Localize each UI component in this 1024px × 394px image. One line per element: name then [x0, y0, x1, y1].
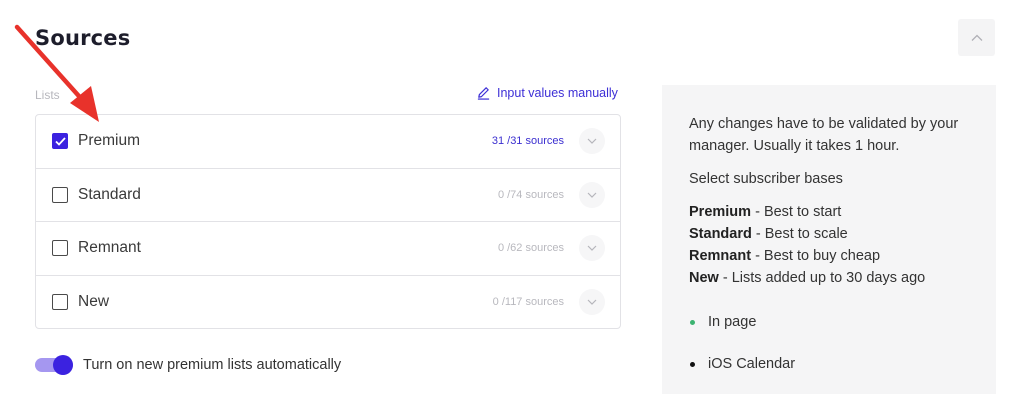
list-item-label: New	[78, 293, 110, 311]
standard-checkbox[interactable]	[52, 186, 68, 203]
section-title: Sources	[35, 26, 131, 50]
input-values-manually-link[interactable]: Input values manually	[476, 85, 618, 100]
chevron-down-icon	[587, 299, 597, 306]
notice-line-1: Any changes have to be validated by your	[689, 116, 959, 132]
source-count: 0 /62 sources	[497, 242, 564, 255]
new-checkbox[interactable]	[52, 294, 68, 311]
legend-in-page: In page	[689, 311, 969, 333]
input-values-manually-label: Input values manually	[497, 85, 618, 100]
base-new: New - Lists added up to 30 days ago	[689, 267, 969, 289]
source-lists: Premium 31 /31 sources Standard 0 /74 so…	[35, 114, 621, 329]
legend-label: iOS Calendar	[708, 356, 796, 372]
expand-new-button[interactable]	[579, 289, 605, 316]
base-desc: - Best to buy cheap	[751, 248, 881, 264]
chevron-down-icon	[587, 138, 597, 145]
expand-premium-button[interactable]	[579, 128, 605, 155]
lists-label: Lists	[35, 88, 60, 102]
base-desc: - Lists added up to 30 days ago	[718, 270, 926, 286]
base-name: New	[689, 270, 719, 286]
info-panel: Any changes have to be validated by your…	[662, 85, 996, 394]
check-icon	[54, 137, 66, 146]
pencil-icon	[477, 87, 490, 100]
base-remnant: Remnant - Best to buy cheap	[689, 245, 969, 267]
base-name: Remnant	[689, 248, 752, 264]
base-name: Standard	[689, 226, 752, 242]
list-item-remnant: Remnant 0 /62 sources	[36, 222, 620, 276]
legend-label: In page	[708, 314, 757, 330]
source-count: 0 /74 sources	[497, 188, 564, 201]
notice-line-2: manager. Usually it takes 1 hour.	[689, 138, 900, 154]
base-desc: - Best to start	[751, 204, 842, 220]
base-desc: - Best to scale	[751, 226, 848, 242]
bases-list: Premium - Best to start Standard - Best …	[689, 201, 969, 289]
list-item-label: Standard	[78, 185, 141, 203]
black-dot-icon	[690, 361, 695, 367]
green-dot-icon	[690, 319, 695, 325]
auto-premium-toggle-row: Turn on new premium lists automatically	[35, 355, 341, 375]
list-item-label: Premium	[78, 132, 141, 150]
premium-checkbox[interactable]	[52, 133, 68, 150]
base-premium: Premium - Best to start	[689, 201, 969, 223]
list-item-premium: Premium 31 /31 sources	[36, 115, 620, 169]
chevron-up-icon	[971, 34, 982, 41]
source-count: 0 /117 sources	[492, 296, 564, 309]
list-item-standard: Standard 0 /74 sources	[36, 169, 620, 222]
base-standard: Standard - Best to scale	[689, 223, 969, 245]
source-count: 31 /31 sources	[491, 135, 564, 148]
select-bases-text: Select subscriber bases	[689, 171, 843, 187]
remnant-checkbox[interactable]	[52, 240, 68, 257]
chevron-down-icon	[587, 192, 597, 198]
expand-standard-button[interactable]	[579, 181, 605, 208]
toggle-label: Turn on new premium lists automatically	[83, 357, 342, 373]
collapse-button[interactable]	[958, 19, 995, 56]
expand-remnant-button[interactable]	[579, 235, 605, 262]
legend-ios-calendar: iOS Calendar	[689, 353, 969, 375]
chevron-down-icon	[587, 245, 597, 252]
validation-notice: Any changes have to be validated by your…	[689, 113, 969, 157]
auto-premium-toggle[interactable]	[35, 355, 73, 375]
list-item-label: Remnant	[78, 239, 141, 257]
base-name: Premium	[689, 204, 752, 220]
list-item-new: New 0 /117 sources	[36, 276, 620, 330]
